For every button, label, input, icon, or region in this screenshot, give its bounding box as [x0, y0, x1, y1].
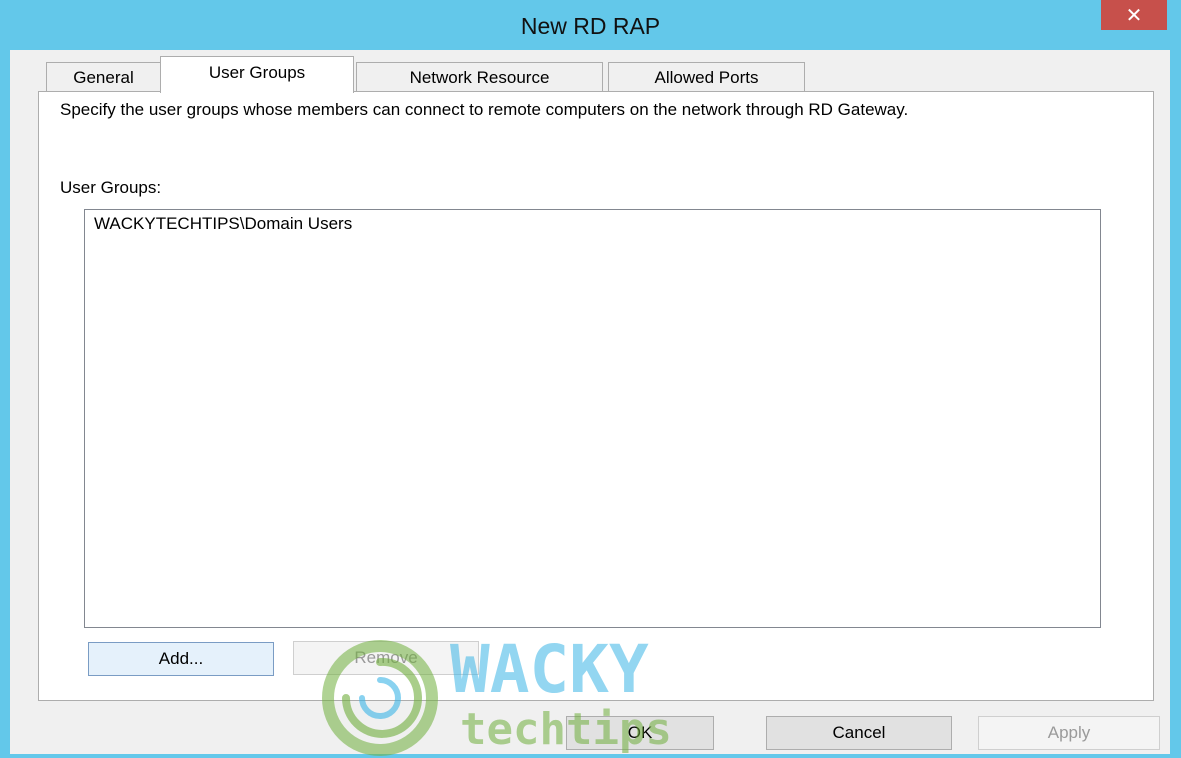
- list-item[interactable]: WACKYTECHTIPS\Domain Users: [94, 214, 352, 234]
- tab-allowed-ports[interactable]: Allowed Ports: [608, 62, 805, 92]
- title-bar[interactable]: New RD RAP ✕: [0, 0, 1181, 50]
- close-button[interactable]: ✕: [1101, 0, 1167, 30]
- add-button[interactable]: Add...: [88, 642, 274, 676]
- cancel-button[interactable]: Cancel: [766, 716, 952, 750]
- tab-network-resource[interactable]: Network Resource: [356, 62, 603, 92]
- tab-user-groups[interactable]: User Groups: [160, 56, 354, 93]
- apply-button[interactable]: Apply: [978, 716, 1160, 750]
- tab-label: User Groups: [208, 63, 306, 82]
- ok-button[interactable]: OK: [566, 716, 714, 750]
- tab-label: General: [73, 67, 134, 87]
- tab-general[interactable]: General: [46, 62, 161, 92]
- tab-label: Network Resource: [409, 67, 550, 87]
- description-text: Specify the user groups whose members ca…: [60, 100, 909, 119]
- dialog-client: General User Groups Network Resource All…: [10, 50, 1170, 754]
- window-title: New RD RAP: [520, 13, 661, 39]
- close-icon: ✕: [1125, 3, 1143, 27]
- user-groups-label: User Groups:: [60, 178, 162, 197]
- dialog-window: New RD RAP ✕ General User Groups Network…: [0, 0, 1181, 758]
- user-groups-list[interactable]: WACKYTECHTIPS\Domain Users: [84, 209, 1101, 628]
- tab-label: Allowed Ports: [654, 67, 759, 87]
- remove-button[interactable]: Remove: [293, 641, 479, 675]
